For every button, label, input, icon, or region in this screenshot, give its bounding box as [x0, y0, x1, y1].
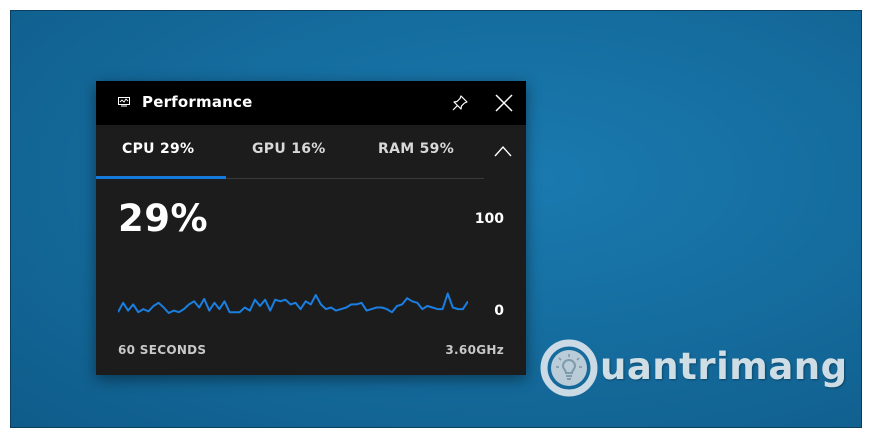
desktop-background: Performance CPU 29% GPU 16% RAM 59% 29% — [10, 10, 862, 428]
cpu-frequency: 3.60GHz — [445, 343, 504, 357]
chevron-up-icon[interactable] — [494, 145, 512, 157]
current-cpu-usage: 29% — [118, 197, 209, 240]
close-icon[interactable] — [494, 93, 514, 113]
performance-monitor-icon — [118, 97, 130, 107]
widget-title: Performance — [142, 93, 253, 111]
widget-title-bar[interactable]: Performance — [96, 81, 526, 125]
watermark-text: uantrimang — [600, 345, 848, 388]
tab-ram[interactable]: RAM 59% — [378, 141, 454, 157]
cpu-usage-line — [118, 292, 468, 314]
selected-tab-indicator — [96, 176, 226, 179]
scale-max-label: 100 — [474, 211, 504, 227]
lightbulb-logo-icon — [540, 339, 598, 397]
pin-icon[interactable] — [450, 93, 470, 113]
tab-cpu[interactable]: CPU 29% — [122, 141, 194, 157]
tab-gpu[interactable]: GPU 16% — [252, 141, 326, 157]
cpu-usage-graph — [118, 292, 468, 314]
scale-min-label: 0 — [494, 303, 504, 319]
watermark: uantrimang — [536, 335, 861, 405]
graph-time-window: 60 SECONDS — [118, 343, 207, 357]
performance-widget: Performance CPU 29% GPU 16% RAM 59% 29% — [96, 81, 526, 375]
